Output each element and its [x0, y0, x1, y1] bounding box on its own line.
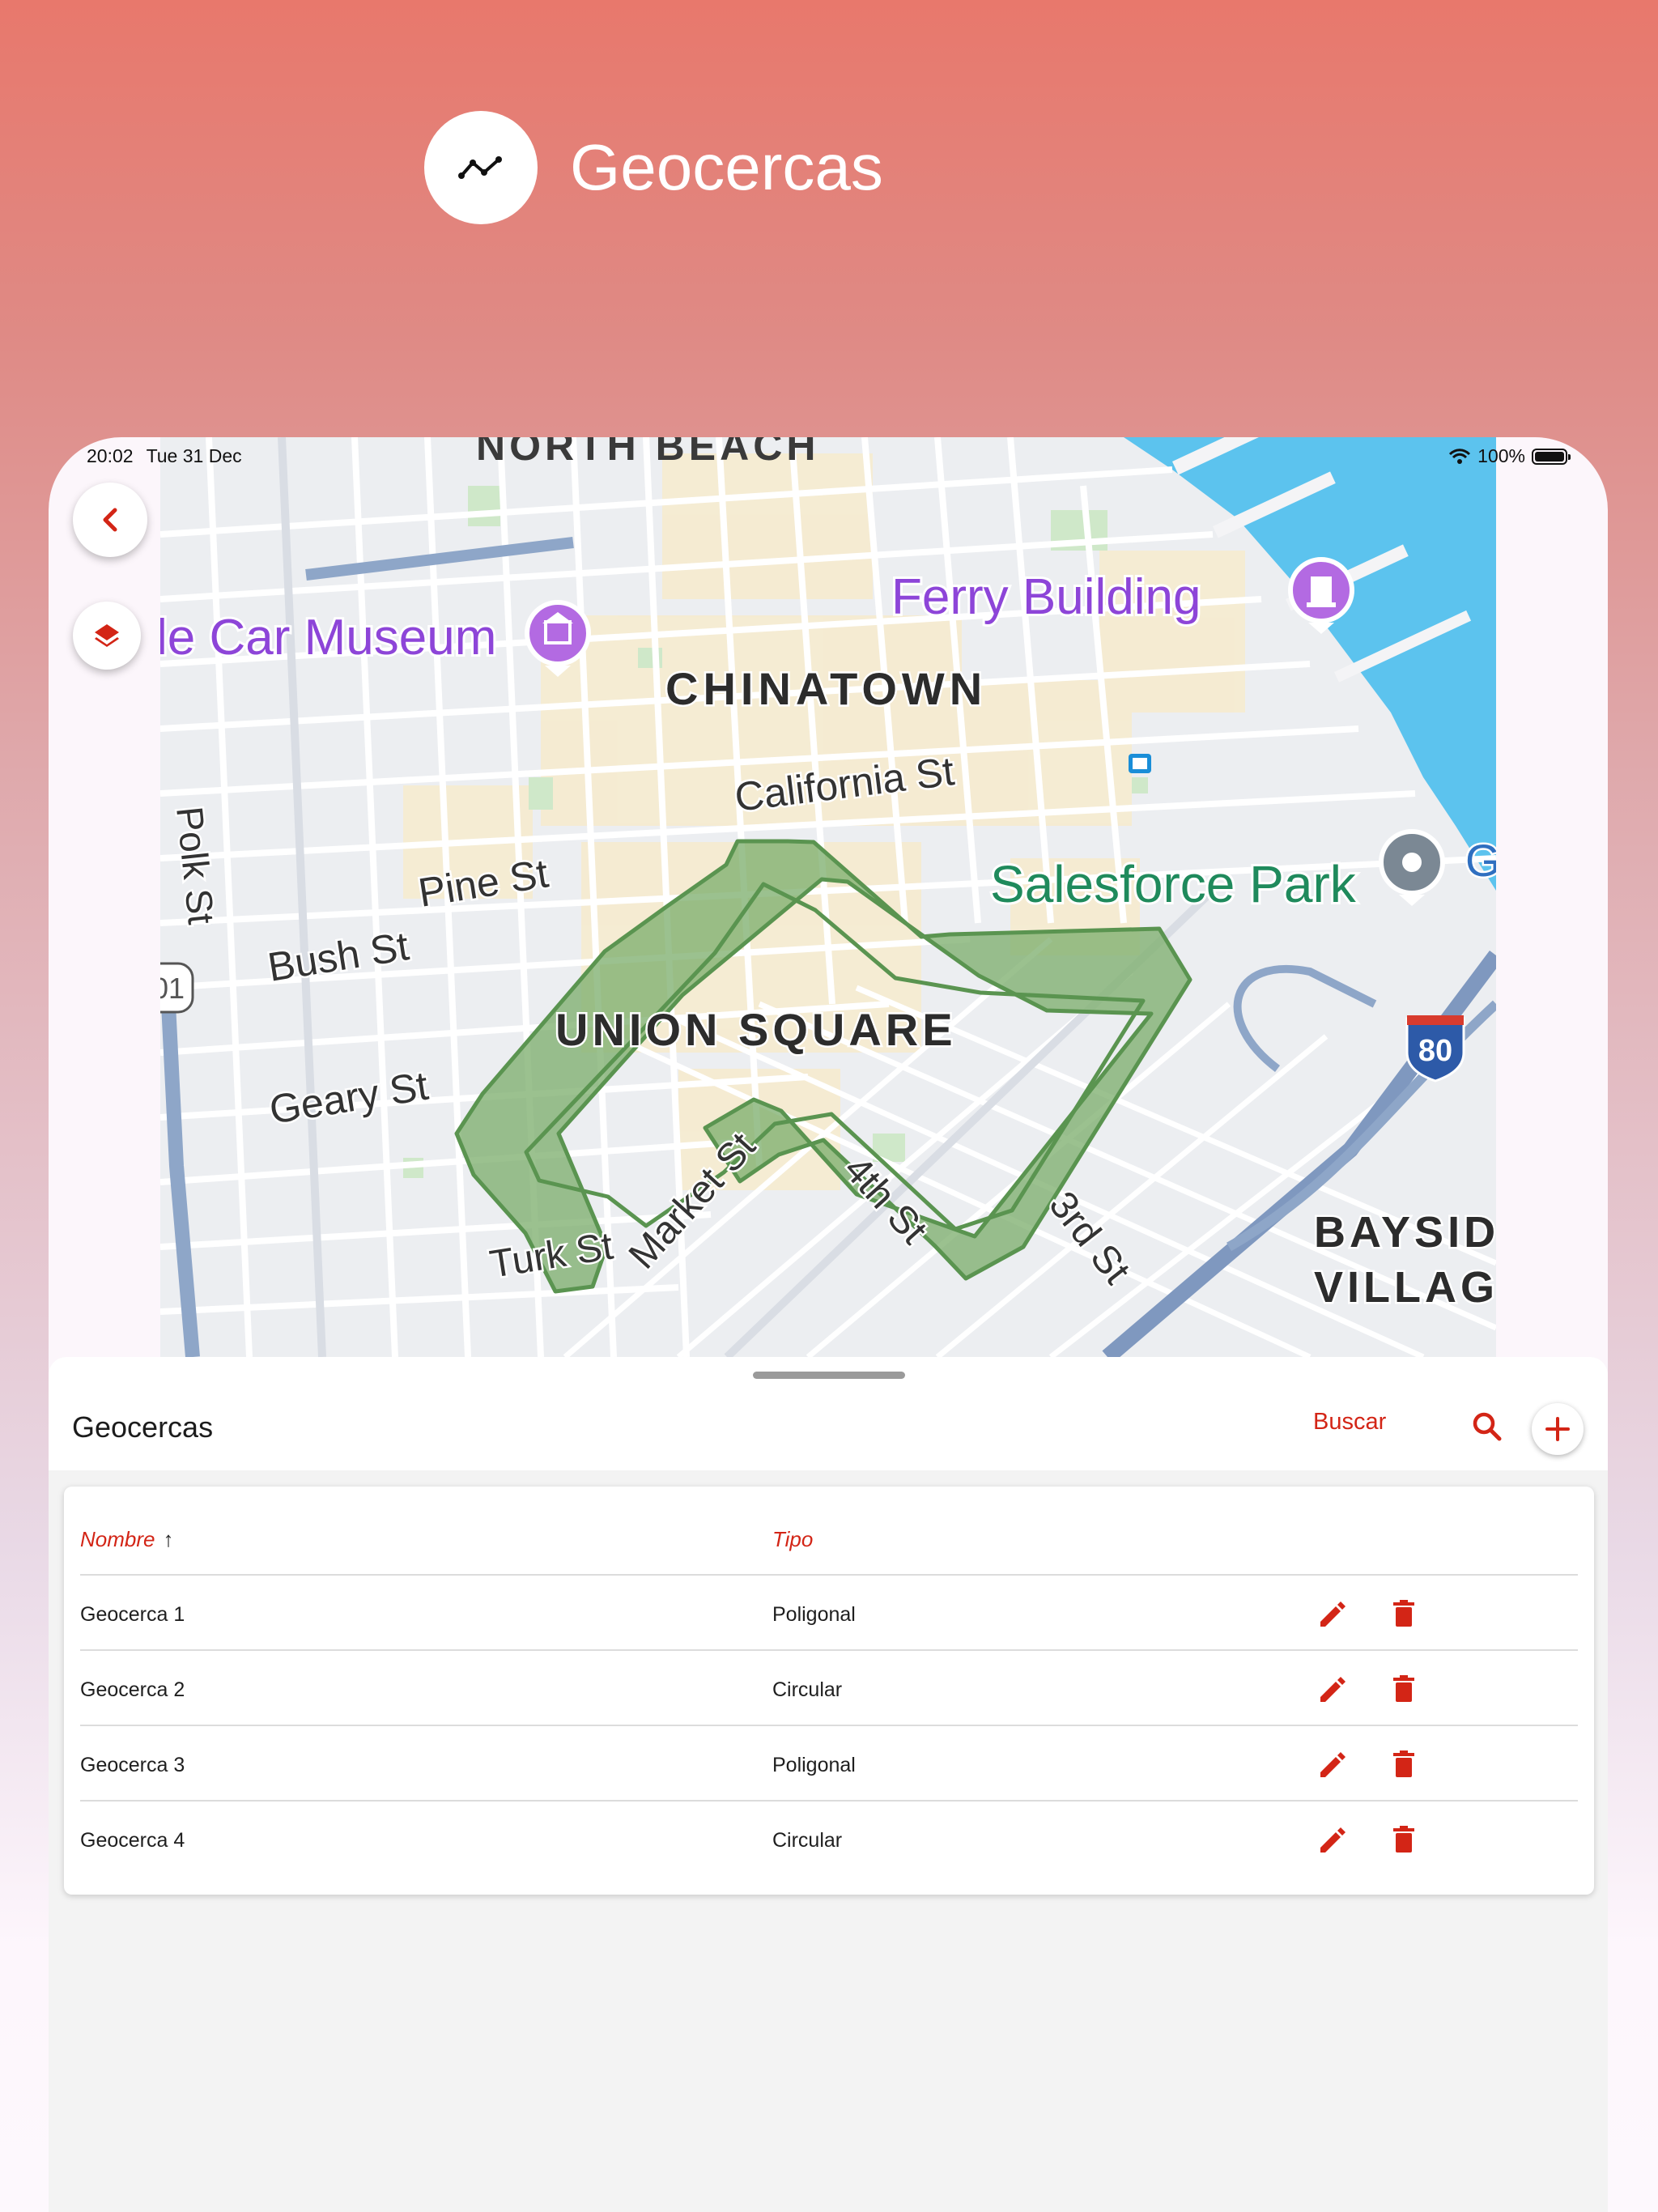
geofence-sheet: Geocercas Buscar Nombre ↑ Tipo Geocerca …: [49, 1357, 1608, 2212]
map-view[interactable]: 80 01: [160, 437, 1496, 1357]
header-title: Geocercas: [570, 131, 883, 203]
table-row[interactable]: Geocerca 2 Circular: [80, 1651, 1578, 1726]
status-bar-time: 20:02 Tue 31 Dec: [87, 445, 255, 467]
svg-text:G: G: [1465, 835, 1496, 886]
geofence-table: Nombre ↑ Tipo Geocerca 1 Poligonal Geocer…: [64, 1487, 1594, 1895]
wifi-icon: [1449, 448, 1471, 464]
app-header: Geocercas: [0, 0, 1658, 340]
svg-text:VILLAG: VILLAG: [1314, 1263, 1496, 1312]
svg-text:Salesforce Park: Salesforce Park: [990, 855, 1357, 913]
table-row[interactable]: Geocerca 1 Poligonal: [80, 1576, 1578, 1651]
geofence-type: Poligonal: [772, 1754, 856, 1776]
sheet-toolbar: Geocercas Buscar: [49, 1357, 1608, 1470]
sheet-title: Geocercas: [72, 1410, 214, 1444]
column-header-name-label: Nombre: [80, 1527, 155, 1551]
drag-handle[interactable]: [753, 1372, 905, 1379]
geofence-type: Poligonal: [772, 1603, 856, 1626]
battery-icon: [1532, 448, 1571, 465]
delete-icon[interactable]: [1386, 1822, 1422, 1857]
geofence-type: Circular: [772, 1678, 843, 1701]
edit-icon[interactable]: [1314, 1596, 1350, 1631]
geofence-name: Geocerca 3: [80, 1754, 185, 1776]
svg-text:NORTH BEACH: NORTH BEACH: [476, 437, 819, 469]
chevron-left-icon: [103, 508, 117, 532]
edit-icon[interactable]: [1314, 1671, 1350, 1707]
edit-icon[interactable]: [1314, 1822, 1350, 1857]
geofence-name: Geocerca 1: [80, 1603, 185, 1626]
sort-ascending-icon[interactable]: ↑: [163, 1527, 173, 1552]
trend-line-icon: [424, 111, 538, 224]
table-row[interactable]: Geocerca 3 Poligonal: [80, 1726, 1578, 1802]
geofence-name: Geocerca 2: [80, 1678, 185, 1701]
device-frame: 80 01: [49, 437, 1608, 2212]
search-button[interactable]: Buscar: [1313, 1409, 1386, 1436]
plus-icon: [1545, 1417, 1570, 1441]
svg-text:80: 80: [1418, 1034, 1452, 1068]
svg-text:01: 01: [160, 972, 185, 1005]
edit-icon[interactable]: [1314, 1746, 1350, 1782]
delete-icon[interactable]: [1386, 1596, 1422, 1631]
layers-icon: [95, 624, 119, 647]
table-header: Nombre ↑ Tipo: [80, 1487, 1578, 1576]
geofence-type: Circular: [772, 1829, 843, 1852]
add-geofence-button[interactable]: [1532, 1403, 1584, 1455]
svg-text:UNION SQUARE: UNION SQUARE: [555, 1004, 957, 1055]
delete-icon[interactable]: [1386, 1746, 1422, 1782]
column-header-type[interactable]: Tipo: [772, 1527, 813, 1552]
status-date: Tue 31 Dec: [146, 445, 242, 466]
bike-station-icon: [1129, 754, 1151, 773]
back-button[interactable]: [73, 483, 147, 557]
route-80-shield: 80: [1405, 1015, 1465, 1083]
delete-icon[interactable]: [1386, 1671, 1422, 1707]
status-bar-right: 100%: [1448, 445, 1571, 467]
geofence-name: Geocerca 4: [80, 1829, 185, 1852]
svg-text:Ferry Building: Ferry Building: [891, 569, 1201, 625]
column-header-name[interactable]: Nombre ↑: [80, 1527, 173, 1552]
svg-text:BAYSID: BAYSID: [1314, 1208, 1496, 1257]
status-time: 20:02: [87, 445, 134, 466]
battery-percentage: 100%: [1477, 445, 1525, 466]
table-row[interactable]: Geocerca 4 Circular: [80, 1802, 1578, 1877]
svg-text:CHINATOWN: CHINATOWN: [665, 663, 987, 714]
svg-text:le Car Museum: le Car Museum: [160, 610, 496, 666]
map-layers-button[interactable]: [73, 602, 141, 670]
search-icon[interactable]: [1469, 1409, 1505, 1444]
